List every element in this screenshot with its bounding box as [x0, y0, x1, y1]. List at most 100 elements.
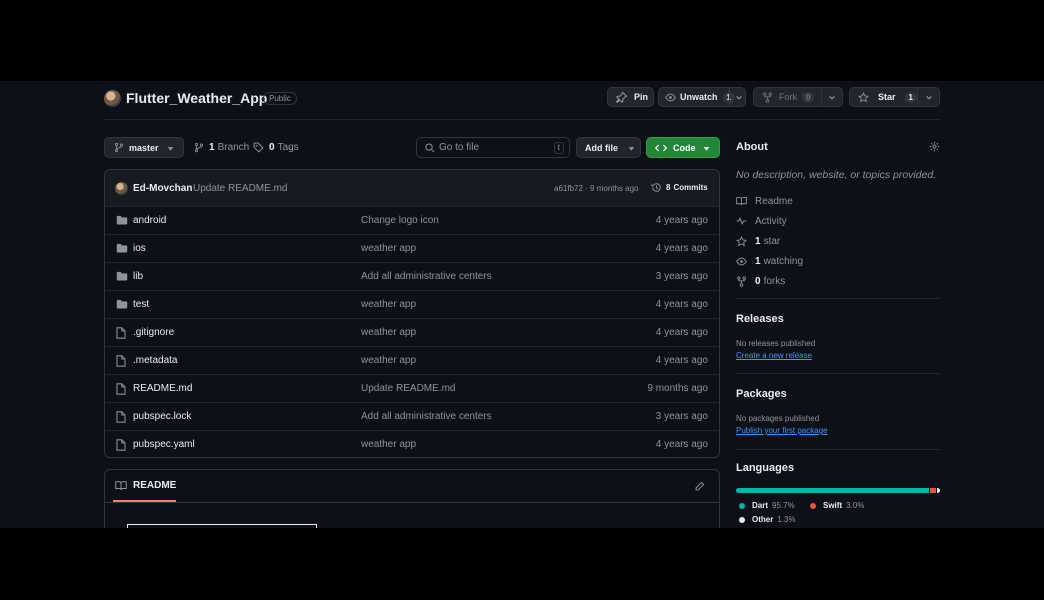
- readme-tab-label: README: [133, 480, 177, 491]
- latest-commit-bar: Ed-Movchan Update README.md a61fb72 · 9 …: [105, 170, 719, 206]
- language-item[interactable]: Dart 95.7%: [739, 501, 795, 510]
- branches-link[interactable]: 1 Branch: [194, 142, 249, 153]
- file-name[interactable]: .metadata: [133, 355, 177, 366]
- file-commit-message[interactable]: weather app: [361, 243, 416, 254]
- file-row[interactable]: lib Add all administrative centers 3 years…: [105, 262, 719, 290]
- gear-icon[interactable]: [929, 141, 940, 152]
- language-item[interactable]: Swift 3.0%: [810, 501, 864, 510]
- activity-label: Activity: [755, 215, 787, 227]
- publish-package-link[interactable]: Publish your first package: [736, 426, 828, 435]
- file-age: 4 years ago: [655, 243, 708, 254]
- add-file-label: Add file: [585, 142, 618, 153]
- tags-link[interactable]: 0 Tags: [253, 142, 299, 153]
- language-percent: 3.0%: [846, 501, 865, 510]
- readme-link[interactable]: Readme: [736, 194, 793, 208]
- file-row[interactable]: .gitignore weather app 4 years ago: [105, 318, 719, 346]
- releases-heading[interactable]: Releases: [736, 313, 784, 325]
- file-name[interactable]: ios: [133, 243, 146, 254]
- commits-link[interactable]: 8 Commits: [651, 182, 708, 193]
- file-commit-message[interactable]: weather app: [361, 439, 416, 450]
- chevron-down-icon[interactable]: [735, 94, 743, 102]
- readme-link-label: Readme: [755, 195, 793, 207]
- language-name: Other: [752, 515, 774, 524]
- unwatch-button[interactable]: Unwatch 1: [658, 87, 746, 107]
- file-age: 4 years ago: [655, 215, 708, 226]
- file-row[interactable]: android Change logo icon 4 years ago: [105, 206, 719, 234]
- file-type-icon: [116, 271, 128, 281]
- github-repo-page: Flutter_Weather_App Public Pin Unwatch 1…: [0, 81, 1044, 528]
- chevron-down-icon[interactable]: [925, 94, 933, 102]
- file-row[interactable]: test weather app 4 years ago: [105, 290, 719, 318]
- file-commit-message[interactable]: Change logo icon: [361, 215, 439, 226]
- file-name[interactable]: test: [133, 299, 149, 310]
- file-name[interactable]: pubspec.lock: [133, 411, 191, 422]
- commits-label: Commits: [673, 183, 708, 192]
- goto-file-placeholder: Go to file: [439, 142, 480, 153]
- file-commit-message[interactable]: Update README.md: [361, 383, 455, 394]
- file-commit-message[interactable]: Add all administrative centers: [361, 271, 492, 282]
- star-button[interactable]: Star 1: [849, 87, 940, 107]
- file-name[interactable]: android: [133, 215, 166, 226]
- file-commit-message[interactable]: Add all administrative centers: [361, 411, 492, 422]
- file-row[interactable]: ios weather app 4 years ago: [105, 234, 719, 262]
- tags-label: Tags: [277, 142, 299, 153]
- file-age: 3 years ago: [655, 271, 708, 282]
- file-name[interactable]: README.md: [133, 383, 192, 394]
- watching-link[interactable]: 1 watching: [736, 254, 803, 268]
- file-name[interactable]: .gitignore: [133, 327, 174, 338]
- readme-divider: [105, 502, 719, 503]
- pencil-icon[interactable]: [694, 481, 705, 492]
- readme-tab[interactable]: README: [115, 480, 176, 491]
- stars-link[interactable]: 1 star: [736, 234, 780, 248]
- file-name[interactable]: pubspec.yaml: [133, 439, 195, 450]
- file-type-icon: [116, 439, 126, 451]
- search-icon: [425, 143, 435, 153]
- file-name[interactable]: lib: [133, 271, 143, 282]
- forks-link[interactable]: 0 forks: [736, 274, 785, 288]
- commit-author[interactable]: Ed-Movchan: [133, 183, 192, 194]
- activity-link[interactable]: Activity: [736, 214, 787, 228]
- file-row[interactable]: pubspec.yaml weather app 4 years ago: [105, 430, 719, 457]
- add-file-button[interactable]: Add file: [576, 137, 641, 158]
- fork-button[interactable]: Fork 0: [753, 87, 843, 107]
- star-label: Star: [878, 92, 896, 102]
- file-age: 4 years ago: [655, 439, 708, 450]
- commit-author-avatar[interactable]: [115, 182, 128, 195]
- header-divider: [104, 119, 940, 120]
- file-row[interactable]: .metadata weather app 4 years ago: [105, 346, 719, 374]
- file-row[interactable]: pubspec.lock Add all administrative cente…: [105, 402, 719, 430]
- language-bar-segment: [930, 488, 937, 493]
- star-icon: [858, 91, 869, 102]
- book-icon: [115, 481, 127, 491]
- commit-message[interactable]: Update README.md: [193, 183, 287, 194]
- goto-file-input[interactable]: Go to file t: [416, 137, 570, 158]
- language-item[interactable]: Other 1.3%: [739, 515, 796, 524]
- code-label: Code: [673, 142, 696, 153]
- folder-icon: [116, 271, 128, 281]
- packages-heading[interactable]: Packages: [736, 388, 787, 400]
- repo-name[interactable]: Flutter_Weather_App: [126, 90, 267, 106]
- stars-label: star: [763, 235, 781, 247]
- sidebar-divider: [736, 298, 940, 299]
- commit-hash-time[interactable]: a61fb72 · 9 months ago: [554, 184, 639, 193]
- branch-selector[interactable]: master: [104, 137, 184, 158]
- fork-icon: [763, 91, 772, 103]
- create-release-link[interactable]: Create a new release: [736, 351, 812, 360]
- chevron-down-icon[interactable]: [828, 94, 836, 102]
- pin-button[interactable]: Pin: [607, 87, 654, 107]
- file-commit-message[interactable]: weather app: [361, 327, 416, 338]
- file-commit-message[interactable]: weather app: [361, 299, 416, 310]
- file-row[interactable]: README.md Update README.md 9 months ago: [105, 374, 719, 402]
- owner-avatar[interactable]: [104, 90, 121, 107]
- file-age: 4 years ago: [655, 327, 708, 338]
- file-icon: [116, 439, 126, 451]
- file-commit-message[interactable]: weather app: [361, 355, 416, 366]
- language-dot: [810, 502, 816, 509]
- file-icon: [116, 411, 126, 423]
- releases-empty: No releases published: [736, 339, 816, 348]
- code-button[interactable]: Code: [646, 137, 720, 158]
- eye-icon: [665, 93, 676, 101]
- star-count: 1: [904, 91, 917, 103]
- folder-icon: [116, 215, 128, 225]
- fork-icon: [737, 275, 746, 287]
